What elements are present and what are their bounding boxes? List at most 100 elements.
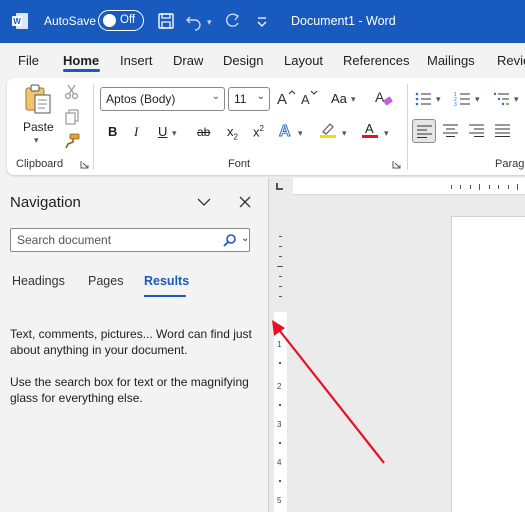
document-page[interactable] (451, 216, 525, 512)
text-effects-icon[interactable]: A (277, 121, 295, 140)
superscript-mark: 2 (259, 124, 264, 133)
paste-button-label[interactable]: Paste (23, 120, 54, 134)
vertical-ruler[interactable]: 1 2 3 4 5 (273, 200, 287, 512)
subscript-mark: 2 (233, 132, 238, 142)
tab-design[interactable]: Design (223, 53, 263, 68)
nav-help-text-1: Text, comments, pictures... Word can fin… (10, 327, 252, 357)
ruler-number: 2 (277, 382, 282, 391)
ruler-tick (460, 185, 461, 189)
clear-formatting-icon[interactable]: A (374, 88, 394, 108)
nav-help-text-2: Use the search box for text or the magni… (10, 375, 249, 405)
italic-button[interactable]: I (134, 124, 138, 140)
underline-button[interactable]: U (158, 124, 167, 139)
font-group-label: Font (228, 158, 251, 170)
chevron-down-icon: ⌄ (211, 91, 220, 102)
ruler-tick (279, 286, 282, 287)
multilevel-list-icon[interactable] (493, 91, 511, 107)
undo-dropdown-icon[interactable]: ▾ (207, 17, 212, 28)
redo-icon[interactable] (222, 11, 242, 31)
ruler-tick (279, 442, 281, 444)
clipboard-launcher-icon[interactable] (80, 160, 89, 169)
cut-icon[interactable] (64, 84, 80, 100)
tab-home[interactable]: Home (63, 53, 99, 68)
chevron-down-icon: ⌄ (256, 91, 265, 102)
subscript-button[interactable]: x2 (227, 124, 238, 142)
ruler-tick (279, 276, 282, 277)
copy-icon[interactable] (64, 109, 80, 125)
svg-text:A: A (279, 123, 291, 139)
tab-layout[interactable]: Layout (284, 53, 323, 68)
group-separator (93, 84, 94, 170)
numbering-icon[interactable]: 1 2 3 (454, 91, 472, 107)
undo-icon[interactable] (184, 11, 204, 31)
ruler-tick (279, 296, 282, 297)
align-left-button[interactable] (412, 119, 436, 143)
ruler-tick (451, 185, 452, 189)
font-color-dropdown-icon[interactable]: ▾ (384, 128, 389, 139)
word-app-icon: W (12, 13, 28, 29)
active-tab-indicator (63, 69, 100, 72)
highlight-icon[interactable] (319, 121, 337, 139)
tab-file[interactable]: File (18, 53, 39, 68)
multilevel-dropdown-icon[interactable]: ▾ (514, 94, 519, 105)
text-effects-dropdown-icon[interactable]: ▾ (298, 128, 303, 139)
shrink-font-icon[interactable]: A (300, 89, 318, 107)
paste-dropdown-icon[interactable]: ▾ (34, 135, 39, 146)
search-box: ⌄ (10, 228, 250, 252)
align-right-icon[interactable] (469, 124, 484, 137)
title-bar: W AutoSave Off ▾ Document1 - Word (0, 0, 525, 43)
underline-dropdown-icon[interactable]: ▾ (172, 128, 177, 139)
ruler-number: 3 (277, 420, 282, 429)
ruler-number: 4 (277, 458, 282, 467)
chevron-down-icon[interactable] (196, 194, 212, 210)
tab-review[interactable]: Revie (497, 53, 525, 68)
search-input[interactable] (11, 229, 211, 251)
bullets-icon[interactable] (415, 91, 433, 107)
font-size-combo[interactable]: 11 ⌄ (228, 87, 270, 111)
toggle-state: Off (120, 14, 136, 26)
ruler-tick (279, 362, 281, 364)
highlight-dropdown-icon[interactable]: ▾ (342, 128, 347, 139)
superscript-button[interactable]: x2 (253, 124, 264, 139)
strikethrough-button[interactable]: ab (197, 125, 210, 139)
paragraph-group-label: Parag (495, 158, 525, 170)
tab-draw[interactable]: Draw (173, 53, 203, 68)
font-launcher-icon[interactable] (392, 160, 401, 169)
grow-font-icon[interactable]: A (276, 89, 296, 107)
format-painter-icon[interactable] (64, 133, 80, 149)
font-name-combo[interactable]: Aptos (Body) ⌄ (100, 87, 225, 111)
ruler-number: 1 (277, 340, 282, 349)
change-case-dropdown-icon[interactable]: ▾ (351, 94, 356, 105)
font-size-value: 11 (234, 92, 247, 106)
horizontal-ruler[interactable] (293, 178, 525, 195)
ruler-tick (279, 328, 281, 330)
nav-tab-results[interactable]: Results (144, 274, 189, 288)
tab-mailings[interactable]: Mailings (427, 53, 475, 68)
font-name-value: Aptos (Body) (106, 92, 176, 106)
ruler-tick (279, 404, 281, 406)
save-icon[interactable] (156, 11, 176, 31)
search-icon[interactable] (223, 233, 237, 247)
nav-tab-pages[interactable]: Pages (88, 274, 123, 288)
document-title: Document1 - Word (291, 14, 396, 28)
nav-tab-headings[interactable]: Headings (12, 274, 65, 288)
change-case-button[interactable]: Aa (331, 91, 347, 106)
align-center-icon[interactable] (443, 124, 458, 137)
ruler-number: 5 (277, 496, 282, 505)
tab-references[interactable]: References (343, 53, 409, 68)
customize-toolbar-icon[interactable] (252, 11, 272, 31)
bold-button[interactable]: B (108, 124, 117, 139)
numbering-dropdown-icon[interactable]: ▾ (475, 94, 480, 105)
justify-icon[interactable] (495, 124, 510, 137)
paste-icon[interactable] (23, 83, 53, 115)
svg-text:A: A (375, 89, 385, 105)
search-options-chevron-icon[interactable]: ⌄ (241, 233, 249, 244)
tab-insert[interactable]: Insert (120, 53, 153, 68)
close-icon[interactable] (237, 194, 253, 210)
autosave-toggle[interactable]: Off (98, 10, 144, 31)
bullets-dropdown-icon[interactable]: ▾ (436, 94, 441, 105)
ruler-tick (470, 185, 471, 189)
tab-selector-icon[interactable] (276, 183, 283, 190)
active-nav-tab-indicator (144, 295, 186, 297)
clipboard-group-label: Clipboard (16, 158, 64, 170)
